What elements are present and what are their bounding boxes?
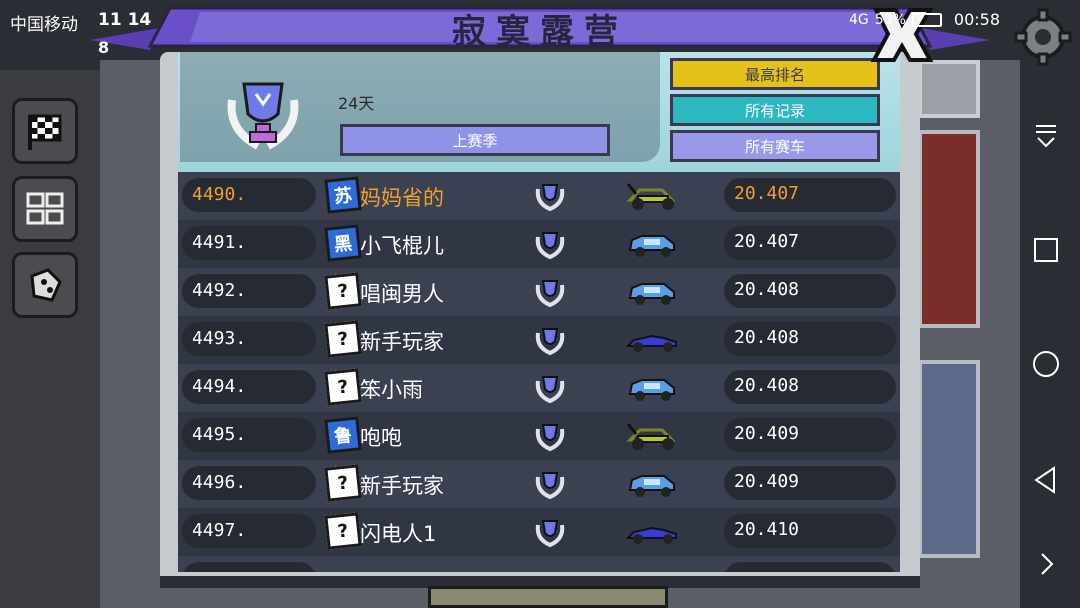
nav-expand-button[interactable] [1026,544,1066,584]
region-badge: 鲁 [324,416,362,454]
suv-car-icon [628,283,675,305]
player-name: 笨小雨 [360,378,423,402]
leaderboard-row[interactable]: 4491. 黑 小飞棍儿 20.407 [178,220,900,268]
last-season-button[interactable]: 上赛季 [340,124,610,156]
player-name: 闪电人1 [360,522,437,546]
unknown-region-badge: ? [324,320,362,358]
gem-count: 8 [98,38,110,57]
dice-button[interactable] [12,252,78,318]
trophy-laurel-icon [535,520,565,548]
leaderboard-row[interactable]: 4497. ? 闪电人1 20.410 [178,508,900,556]
leaderboard-row-partial[interactable] [178,556,900,572]
race-time: 20.409 [734,423,800,444]
race-time: 20.407 [734,231,800,252]
chevron-right-icon [1041,553,1054,575]
race-time: 20.407 [734,183,800,204]
background-card [918,360,980,558]
background-card [918,130,980,328]
leaderboard-panel: 24天 上赛季 最高排名 所有记录 所有赛车 4490. 苏 妈妈省的 20.4… [178,52,900,572]
season-days-left: 24天 [338,94,375,113]
trophy-laurel-icon [535,232,565,260]
rank-number: 4491. [192,232,247,253]
checkered-flag-icon [28,114,62,150]
player-name: 新手玩家 [360,330,444,354]
player-name: 唱闽男人 [360,282,444,306]
race-time: 20.408 [734,375,800,396]
menu-grid-button[interactable] [12,176,78,242]
race-time: 20.408 [734,279,800,300]
carrier-name: 中国移动 [10,15,78,35]
time-pill [724,562,896,572]
network-type: 4G [849,11,869,28]
circle-icon [1033,351,1059,377]
clock: 00:58 [953,10,1000,29]
player-name: 新手玩家 [360,474,444,498]
trophy-laurel-icon [535,184,565,212]
rank-number: 4490. [192,184,247,205]
gear-icon[interactable] [1014,8,1072,66]
grid-icon [26,192,64,225]
trophy-laurel-icon [227,82,299,150]
player-name: 小飞棍儿 [360,234,444,258]
region-badge: 苏 [324,176,362,214]
rank-number: 4492. [192,280,247,301]
trophy-laurel-icon [535,280,565,308]
square-icon [1034,238,1058,262]
pull-down-button[interactable] [1026,116,1066,156]
region-badge: 黑 [324,224,362,262]
bottom-tab[interactable] [428,586,668,608]
coin-count: 11 14 [98,10,152,30]
rank-number: 4495. [192,424,247,445]
leaderboard-row[interactable]: 4493. ? 新手玩家 20.408 [178,316,900,364]
trophy-laurel-icon [535,424,565,452]
rank-number: 4496. [192,472,247,493]
leaderboard-row[interactable]: 4494. ? 笨小雨 20.408 [178,364,900,412]
race-button[interactable] [12,98,78,164]
player-name: 妈妈省的 [360,186,444,210]
recents-button[interactable] [1026,230,1066,270]
home-button[interactable] [1026,344,1066,384]
trophy-laurel-icon [535,376,565,404]
leaderboard-row[interactable]: 4490. 苏 妈妈省的 20.407 [178,172,900,220]
sports-car-icon [625,526,677,544]
buggy-car-icon [626,423,676,450]
trophy-laurel-icon [535,328,565,356]
rank-pill [182,562,316,572]
status-bar: 中国移动 11 14 8 4G 50% 00:58 [0,0,1080,66]
pull-down-icon [1036,125,1056,148]
system-nav-bar [1012,60,1080,608]
all-cars-button[interactable]: 所有赛车 [670,130,880,162]
unknown-region-badge: ? [324,368,362,406]
player-name: 咆咆 [360,426,402,450]
back-button[interactable] [1026,460,1066,500]
suv-car-icon [628,235,675,257]
unknown-region-badge: ? [324,512,362,550]
leaderboard-row[interactable]: 4492. ? 唱闽男人 20.408 [178,268,900,316]
unknown-region-badge: ? [324,272,362,310]
all-records-button[interactable]: 所有记录 [670,94,880,126]
battery-icon [911,12,942,27]
leaderboard-row[interactable]: 4495. 鲁 咆咆 20.409 [178,412,900,460]
unknown-region-badge: ? [324,464,362,502]
leaderboard-row[interactable]: 4496. ? 新手玩家 20.409 [178,460,900,508]
status-icons: 4G 50% 00:58 [849,10,1000,29]
trophy-laurel-icon [535,472,565,500]
dice-icon [30,268,62,302]
rank-number: 4494. [192,376,247,397]
race-time: 20.408 [734,327,800,348]
buggy-car-icon [626,183,676,210]
race-time: 20.409 [734,471,800,492]
suv-car-icon [628,475,675,497]
battery-percent: 50% [874,11,906,28]
race-time: 20.410 [734,519,800,540]
suv-car-icon [628,379,675,401]
back-triangle-icon [1034,466,1055,494]
sports-car-icon [625,334,677,352]
rank-number: 4497. [192,520,247,541]
rank-number: 4493. [192,328,247,349]
